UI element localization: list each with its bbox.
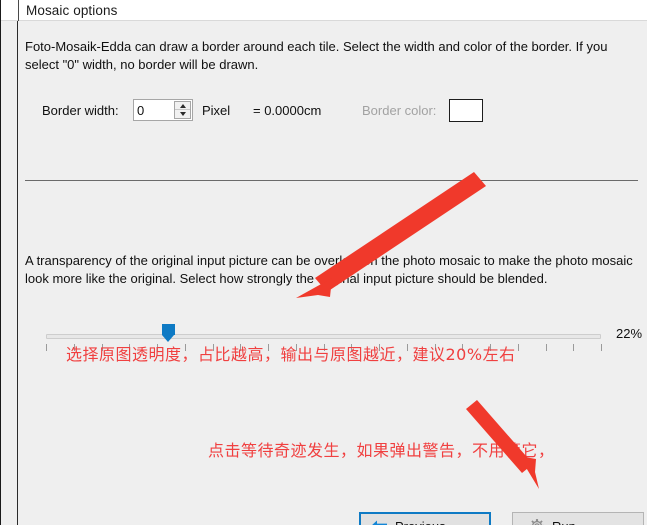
slider-tick: [517, 344, 519, 351]
spinner-buttons[interactable]: [174, 101, 191, 119]
header-separator: [18, 0, 19, 21]
centimeter-equivalent-label: = 0.0000cm: [253, 103, 322, 118]
window-left-border: [0, 0, 1, 525]
run-label-rest: un: [561, 519, 575, 525]
transparency-section-description: A transparency of the original input pic…: [25, 253, 633, 286]
border-color-label: Border color:: [362, 103, 437, 118]
border-width-spinner[interactable]: [133, 99, 193, 121]
border-section-description: Foto-Mosaik-Edda can draw a border aroun…: [25, 39, 608, 72]
border-width-label: Border width:: [42, 103, 119, 118]
slider-tick: [46, 344, 47, 351]
slider-thumb[interactable]: [162, 324, 176, 342]
slider-tick: [601, 344, 602, 351]
previous-button[interactable]: Previous: [359, 512, 491, 525]
mosaic-options-window: Mosaic options Foto-Mosaik-Edda can draw…: [0, 0, 647, 525]
gear-icon: [529, 518, 545, 525]
border-color-swatch[interactable]: [449, 99, 483, 122]
border-width-input[interactable]: [137, 102, 173, 118]
spinner-up-button[interactable]: [175, 102, 190, 110]
slider-value-label: 22%: [616, 326, 643, 341]
triangle-up-icon: [179, 103, 186, 108]
slider-track[interactable]: [46, 334, 601, 339]
previous-label-rest: revious: [404, 519, 446, 525]
pixel-unit-label: Pixel: [202, 103, 231, 118]
previous-button-label: Previous: [395, 519, 446, 525]
run-button-label: Run: [552, 519, 576, 525]
section-divider: [25, 180, 638, 181]
slider-tick: [573, 344, 575, 351]
arrow-left-icon: [370, 519, 388, 525]
slider-tick: [545, 344, 547, 351]
page-title: Mosaic options: [26, 3, 118, 18]
spinner-down-button[interactable]: [175, 110, 190, 118]
previous-accel-char: P: [395, 519, 404, 525]
window-header: Mosaic options: [1, 0, 647, 21]
run-accel-char: R: [552, 519, 561, 525]
triangle-down-icon: [179, 112, 186, 116]
annotation-run-note: 点击等待奇迹发生，如果弹出警告，不用管它，: [208, 441, 555, 460]
annotation-slider-note: 选择原图透明度，占比越高，输出与原图越近，建议20%左右: [66, 345, 516, 364]
slider-thumb-body: [162, 324, 176, 335]
run-button[interactable]: Run: [512, 512, 644, 525]
